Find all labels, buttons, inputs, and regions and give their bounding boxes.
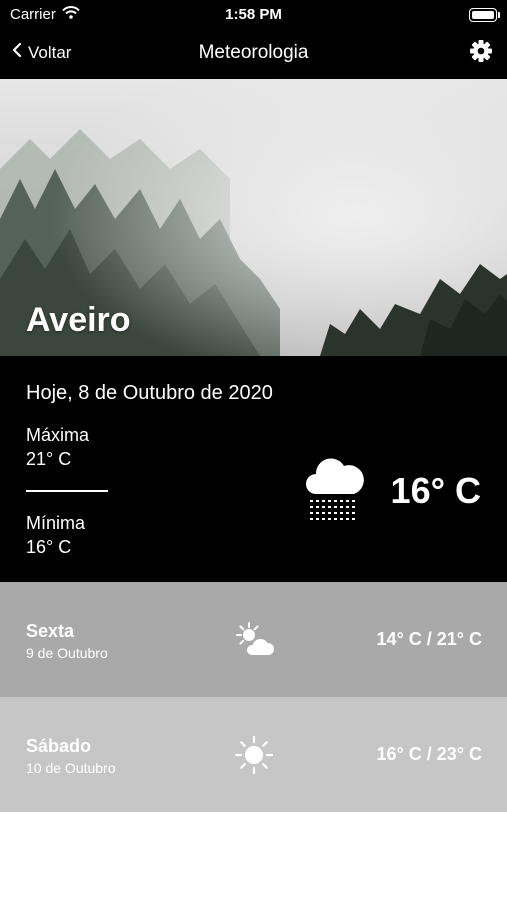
max-temp-label: Máxima	[26, 425, 90, 445]
page-title: Meteorologia	[198, 42, 309, 63]
forecast-row[interactable]: Sexta 9 de Outubro 14° C / 21° C	[0, 582, 507, 697]
battery-icon	[469, 8, 500, 22]
forecast-temps: 16° C / 23° C	[376, 744, 482, 764]
nav-bar: Voltar Meteorologia	[0, 30, 507, 79]
today-date: Hoje, 8 de Outubro de 2020	[26, 382, 273, 404]
status-time: 1:58 PM	[225, 6, 282, 23]
forecast-date: 10 de Outubro	[26, 760, 116, 776]
forecast-day: Sábado	[26, 736, 92, 756]
gear-icon	[469, 40, 493, 67]
cloud-rain-icon	[302, 456, 364, 527]
sun-icon	[234, 735, 274, 780]
status-bar: Carrier 1:58 PM	[0, 0, 507, 30]
max-temp-value: 21° C	[26, 449, 72, 469]
min-temp-value: 16° C	[26, 537, 72, 557]
forecast-day: Sexta	[26, 621, 75, 641]
current-temperature: 16° C	[390, 470, 481, 511]
forecast-date: 9 de Outubro	[26, 645, 108, 661]
min-temp-label: Mínima	[26, 513, 86, 533]
forecast-row[interactable]: Sábado 10 de Outubro 16° C / 23° C	[0, 697, 507, 812]
divider	[26, 490, 108, 492]
city-name: Aveiro	[26, 301, 131, 339]
partly-cloudy-icon	[234, 620, 276, 665]
hero-image: Aveiro	[0, 79, 507, 356]
settings-button[interactable]	[469, 39, 493, 68]
today-panel: Hoje, 8 de Outubro de 2020 Máxima 21° C …	[0, 356, 507, 582]
forecast-temps: 14° C / 21° C	[376, 629, 482, 649]
